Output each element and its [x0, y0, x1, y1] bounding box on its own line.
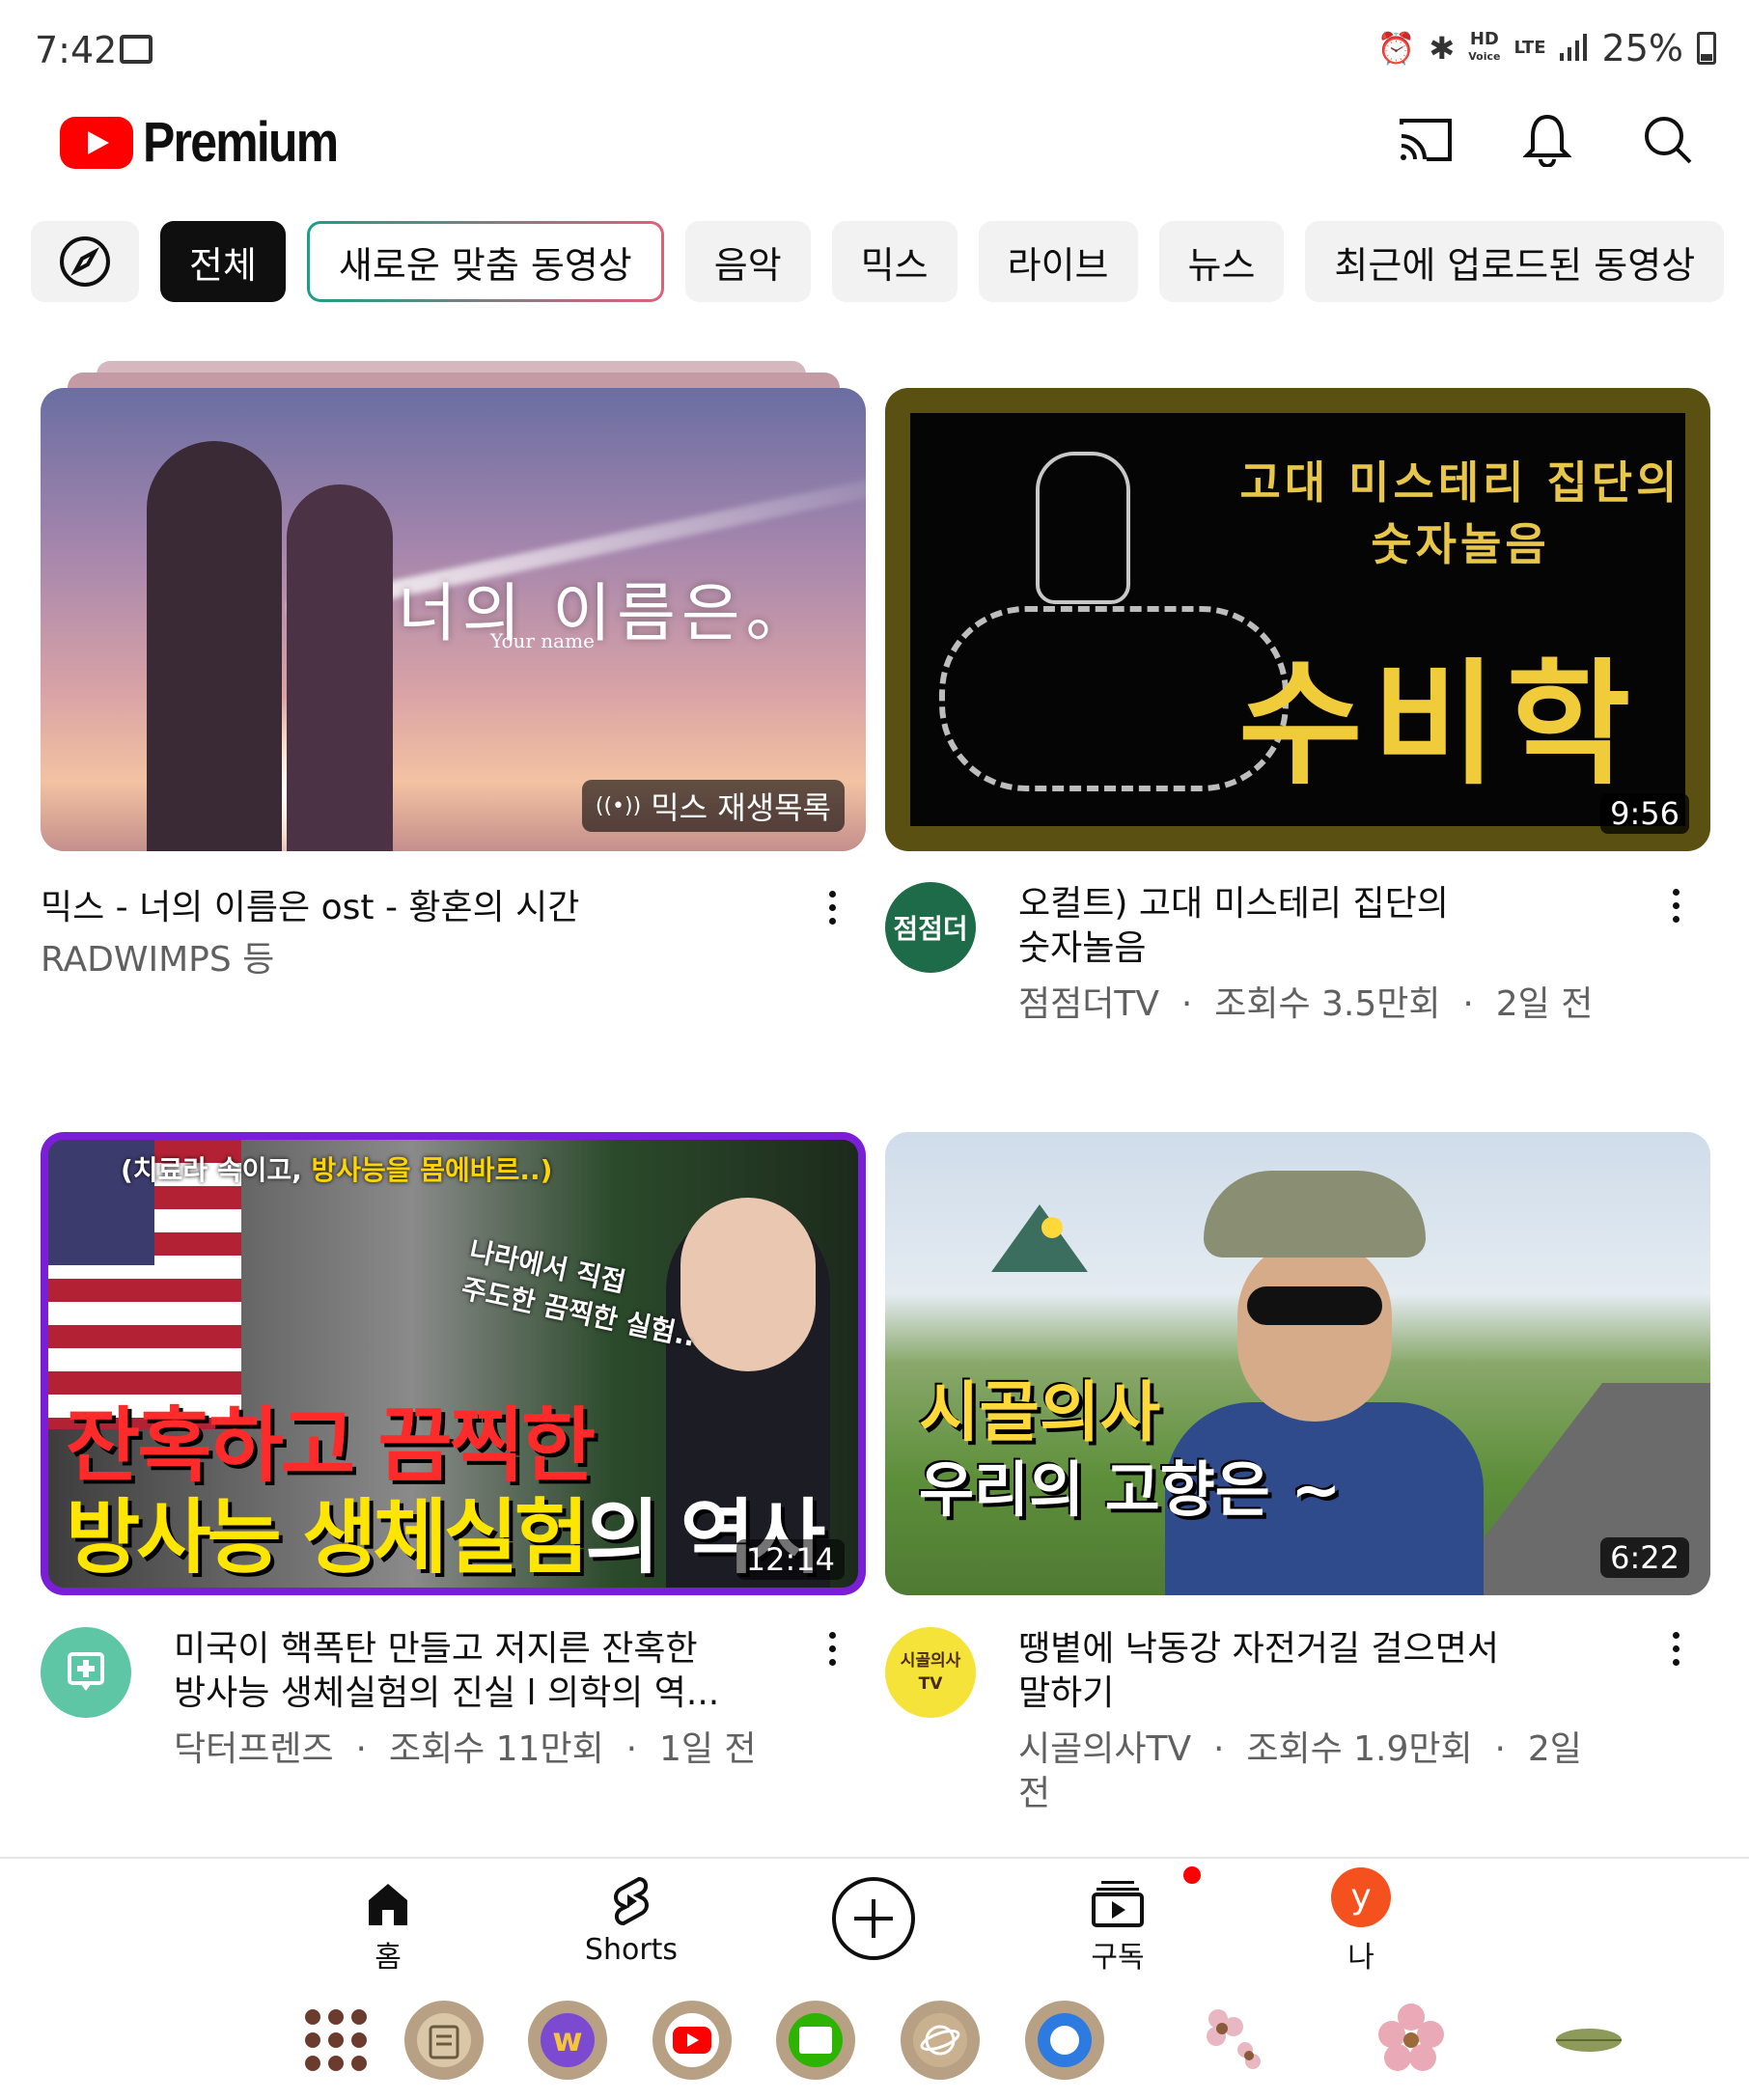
battery-icon	[1697, 32, 1716, 65]
youtube-premium-logo[interactable]: Premium	[60, 110, 369, 175]
video-meta-3: 닥터프렌즈 · 조회수 11만회 · 1일 전	[174, 1729, 757, 1769]
thumb-yellow-text: 방사능 생체실험의 역사	[66, 1490, 825, 1585]
duration-badge: 9:56	[1600, 793, 1689, 834]
video-thumbnail-3[interactable]: (치료라 속이고, 방사능을 몸에바르..) 나라에서 직접 주도한 끔찍한 실험…	[41, 1132, 866, 1595]
flower-decoration	[1191, 2002, 1268, 2079]
chip-news[interactable]: 뉴스	[1158, 221, 1285, 302]
channel-avatar[interactable]	[41, 1627, 131, 1718]
more-options-button[interactable]	[813, 1619, 851, 1677]
video-thumbnail-4[interactable]: 시골의사 우리의 고향은 ~ 6:22	[885, 1132, 1710, 1595]
nav-shorts[interactable]: Shorts	[554, 1867, 708, 1967]
app-drawer-icon[interactable]	[301, 2005, 371, 2075]
hand-eye-illustration	[1036, 452, 1130, 604]
more-options-button[interactable]	[813, 878, 851, 936]
chip-live[interactable]: 라이브	[978, 221, 1138, 302]
signal-icon	[1559, 27, 1589, 69]
internet-app-icon[interactable]	[901, 2001, 980, 2080]
status-bar: 7:42 ⏰ ✱ HD Voice LTE 25%	[0, 0, 1749, 97]
notes-app-icon[interactable]	[404, 2001, 484, 2080]
video-title-1[interactable]: 믹스 - 너의 이름은 ost - 황혼의 시간	[41, 886, 793, 930]
video-meta-2: 점점더TV · 조회수 3.5만회 · 2일 전	[1018, 984, 1594, 1024]
youtube-app-icon[interactable]	[652, 2001, 732, 2080]
search-button[interactable]	[1636, 108, 1700, 172]
thumb-top-caption: (치료라 속이고, 방사능을 몸에바르..)	[121, 1154, 553, 1186]
channel-avatar[interactable]: 시골의사 TV	[885, 1627, 976, 1718]
video-meta-4: 시골의사TV · 조회수 1.9만회 · 2일 전	[1018, 1729, 1582, 1813]
mix-playlist-badge: ((•)) 믹스 재생목록	[581, 780, 845, 832]
video-title-4[interactable]: 땡볕에 낙동강 자전거길 걸으면서 말하기	[1018, 1627, 1636, 1716]
snake-illustration	[939, 606, 1289, 791]
compass-icon	[60, 236, 110, 287]
more-options-button[interactable]	[1656, 876, 1695, 934]
plus-icon	[854, 1899, 893, 1938]
video-title-2[interactable]: 오컬트) 고대 미스테리 집단의 숫자놀음	[1018, 882, 1636, 971]
live-radio-icon: ((•))	[595, 793, 642, 818]
naver-app-icon[interactable]	[776, 2001, 855, 2080]
wave-app-icon[interactable]: w	[528, 2001, 607, 2080]
messenger-app-icon[interactable]	[1025, 2001, 1104, 2080]
thumb-subtitle: Your name	[490, 629, 595, 652]
cast-button[interactable]	[1394, 108, 1458, 172]
gallery-notification-icon	[120, 35, 153, 64]
video-thumbnail-2[interactable]: 고대 미스테리 집단의 숫자놀음 수비학 9:56	[885, 388, 1710, 851]
hd-voice-icon: HD Voice	[1468, 29, 1501, 64]
search-icon	[1645, 117, 1692, 164]
explore-chip[interactable]	[31, 221, 139, 302]
thumb-caption-2: 우리의 고향은 ~	[919, 1454, 1342, 1525]
nav-home[interactable]: 홈	[311, 1867, 465, 1976]
nav-subscriptions[interactable]: 구독	[1041, 1864, 1204, 1976]
duration-badge: 6:22	[1600, 1537, 1689, 1578]
video-channel-1[interactable]: RADWIMPS 등	[41, 938, 274, 982]
alarm-icon: ⏰	[1376, 30, 1416, 67]
nav-me[interactable]: y 나	[1284, 1867, 1438, 1976]
playlist-stack-mid	[68, 373, 840, 388]
doctor-plus-icon	[68, 1652, 104, 1691]
mountain-logo	[991, 1204, 1088, 1272]
brand-text: Premium	[143, 111, 339, 174]
chip-music[interactable]: 음악	[684, 221, 811, 302]
battery-percent: 25%	[1601, 27, 1683, 69]
leaf-decoration	[1550, 2021, 1627, 2059]
video-title-3[interactable]: 미국이 핵폭탄 만들고 저지른 잔혹한 방사능 생체실험의 진실 l 의학의 역.…	[174, 1627, 791, 1716]
lte-icon: LTE	[1513, 38, 1546, 58]
home-icon	[369, 1884, 407, 1925]
thumb-title: 너의 이름은。	[398, 576, 816, 650]
status-time: 7:42	[35, 29, 118, 71]
flower-decoration	[1371, 1998, 1452, 2079]
user-avatar: y	[1331, 1867, 1391, 1927]
subscriptions-icon	[1092, 1881, 1144, 1927]
notifications-button[interactable]	[1515, 108, 1579, 172]
video-thumbnail-1[interactable]: 너의 이름은。 Your name ((•)) 믹스 재생목록	[41, 388, 866, 851]
chip-mix[interactable]: 믹스	[831, 221, 958, 302]
youtube-logo-icon	[60, 116, 133, 169]
chip-recently-uploaded[interactable]: 최근에 업로드된 동영상	[1305, 221, 1725, 302]
chip-new-for-you[interactable]: 새로운 맞춤 동영상	[307, 221, 664, 302]
notification-dot	[1180, 1864, 1204, 1887]
cast-icon	[1400, 119, 1452, 161]
thumb-mid-caption: 나라에서 직접 주도한 끔찍한 실험..	[458, 1234, 699, 1353]
bell-icon	[1523, 114, 1571, 167]
shorts-icon	[614, 1876, 649, 1926]
duration-badge: 12:14	[736, 1539, 845, 1580]
filter-chips: 전체 새로운 맞춤 동영상 음악 믹스 라이브 뉴스 최근에 업로드된 동영상	[31, 221, 1725, 302]
create-button[interactable]	[832, 1877, 915, 1960]
more-options-button[interactable]	[1656, 1619, 1695, 1677]
channel-avatar[interactable]: 점점더	[885, 882, 976, 973]
thumb-big-text: 수비학	[1238, 647, 1641, 804]
bluetooth-icon: ✱	[1429, 30, 1456, 67]
status-right: ⏰ ✱ HD Voice LTE 25%	[1377, 27, 1716, 69]
thumb-caption: 고대 미스테리 집단의 숫자놀음	[1239, 456, 1681, 570]
chip-all[interactable]: 전체	[160, 221, 286, 302]
